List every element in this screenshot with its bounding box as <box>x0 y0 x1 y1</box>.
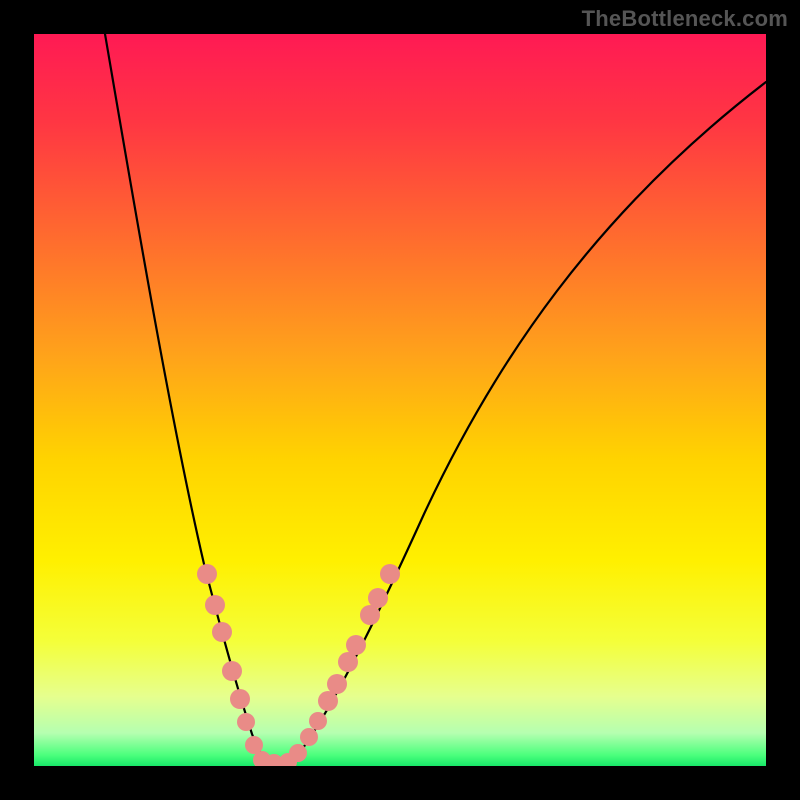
data-point <box>205 595 225 615</box>
data-point <box>346 635 366 655</box>
data-point <box>318 691 338 711</box>
data-point <box>368 588 388 608</box>
data-point <box>380 564 400 584</box>
data-point <box>212 622 232 642</box>
data-point <box>338 652 358 672</box>
data-point <box>309 712 327 730</box>
data-point <box>197 564 217 584</box>
plot-area <box>34 34 766 766</box>
data-point <box>300 728 318 746</box>
curve-left <box>105 34 276 764</box>
data-point <box>289 744 307 762</box>
data-point <box>230 689 250 709</box>
curve-layer <box>34 34 766 766</box>
data-point <box>222 661 242 681</box>
data-point <box>327 674 347 694</box>
watermark-text: TheBottleneck.com <box>582 6 788 32</box>
chart-stage: TheBottleneck.com <box>0 0 800 800</box>
data-point <box>360 605 380 625</box>
data-point <box>237 713 255 731</box>
